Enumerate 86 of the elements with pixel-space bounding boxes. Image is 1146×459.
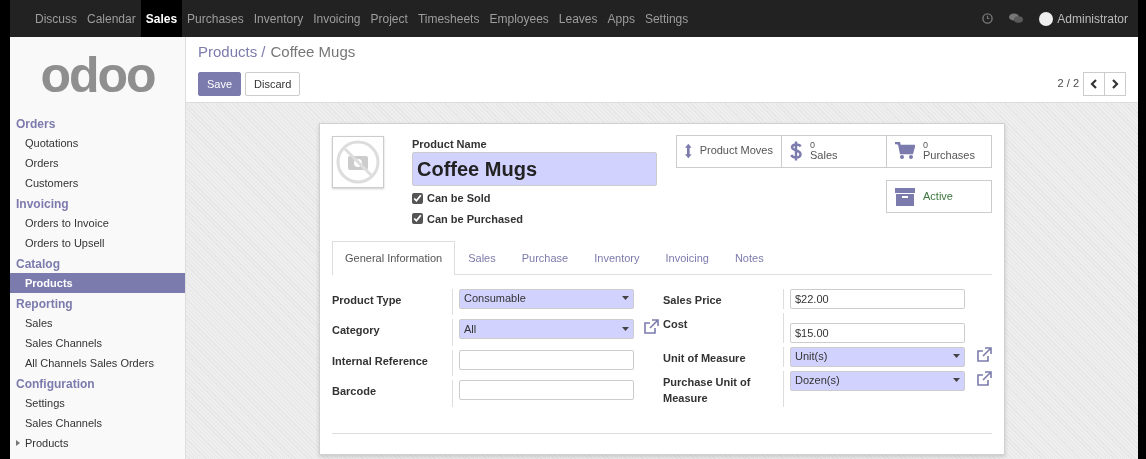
dropdown-field[interactable]: Dozen(s) bbox=[790, 370, 965, 391]
form-tab[interactable]: General Information bbox=[332, 241, 456, 275]
sidebar-item[interactable]: Quotations bbox=[10, 133, 185, 153]
app-menu-item[interactable]: Inventory bbox=[248, 0, 309, 37]
stat-button[interactable]: Active bbox=[886, 180, 992, 214]
sidebar-section-title: Reporting bbox=[15, 296, 74, 313]
product-name-field[interactable]: Coffee Mugs bbox=[412, 152, 657, 187]
dropdown-field[interactable]: All bbox=[459, 319, 634, 340]
app-menu-item[interactable]: Purchases bbox=[182, 0, 249, 37]
caret-icon bbox=[622, 326, 629, 332]
stat-button[interactable]: 0 Purchases bbox=[886, 134, 992, 168]
chat-icon[interactable] bbox=[1009, 13, 1024, 24]
external-link-icon[interactable] bbox=[643, 319, 659, 336]
sidebar-item[interactable]: Orders to Upsell bbox=[10, 233, 185, 253]
form-tab[interactable]: Sales bbox=[455, 241, 509, 275]
user-name[interactable]: Administrator bbox=[1057, 9, 1128, 28]
sidebar-section-title: Catalog bbox=[15, 256, 61, 273]
caret-icon bbox=[953, 378, 960, 384]
sidebar-item[interactable]: Sales bbox=[10, 313, 185, 333]
sidebar-item[interactable]: Orders bbox=[10, 153, 185, 173]
input-field[interactable] bbox=[459, 380, 634, 401]
field-label: Internal Reference bbox=[332, 349, 453, 377]
field-label: Barcode bbox=[332, 380, 453, 407]
checkbox-label[interactable]: Can be Sold bbox=[412, 190, 657, 207]
dollar-icon bbox=[790, 141, 802, 162]
chevron-right-icon bbox=[1111, 78, 1119, 89]
checkbox[interactable] bbox=[412, 192, 423, 204]
app-menu-item[interactable]: Invoicing bbox=[308, 0, 366, 37]
dropdown-field[interactable]: Consumable bbox=[459, 288, 634, 309]
input-field[interactable] bbox=[459, 349, 634, 370]
breadcrumb-current: Coffee Mugs bbox=[270, 43, 356, 60]
next-button[interactable] bbox=[1104, 71, 1126, 96]
form-tab[interactable]: Notes bbox=[721, 241, 777, 275]
field-label: Product Type bbox=[332, 288, 453, 316]
save-button[interactable]: Save bbox=[198, 71, 242, 96]
field-label: Sales Price bbox=[663, 288, 784, 309]
caret-icon bbox=[953, 354, 960, 360]
app-menu-item[interactable]: Timesheets bbox=[412, 0, 485, 37]
stat-button[interactable]: 0 Sales bbox=[781, 134, 887, 168]
breadcrumb-link[interactable]: Products / bbox=[198, 43, 266, 60]
app-menu-item[interactable]: Employees bbox=[484, 0, 554, 37]
sidebar-item[interactable]: All Channels Sales Orders bbox=[10, 353, 185, 373]
input-field[interactable]: $15.00 bbox=[790, 322, 965, 343]
pager-counter: 2 / 2 bbox=[1057, 76, 1079, 92]
form-tab[interactable]: Purchase bbox=[508, 241, 582, 275]
field-label: Category bbox=[332, 319, 453, 346]
dropdown-field[interactable]: Unit(s) bbox=[790, 346, 965, 367]
avatar-icon[interactable] bbox=[1039, 11, 1054, 26]
app-menu-item[interactable]: Leaves bbox=[553, 0, 603, 37]
sidebar-item[interactable]: Products bbox=[10, 273, 185, 293]
chevron-left-icon bbox=[1090, 78, 1098, 89]
previous-button[interactable] bbox=[1083, 71, 1105, 96]
checkbox-label[interactable]: Can be Purchased bbox=[412, 210, 657, 228]
sidebar-item[interactable]: Orders to Invoice bbox=[10, 213, 185, 233]
form-tab[interactable]: Inventory bbox=[581, 241, 653, 275]
sidebar-item[interactable]: Sales Channels bbox=[10, 333, 185, 353]
archive-box-icon bbox=[895, 187, 915, 206]
discard-button[interactable]: Discard bbox=[245, 71, 301, 96]
sidebar-section-title: Invoicing bbox=[15, 196, 70, 213]
app-menu-item[interactable]: Calendar bbox=[82, 0, 141, 37]
sidebar-section-title: Configuration bbox=[15, 376, 96, 393]
caret-icon bbox=[16, 440, 20, 446]
field-label: Unit of Measure bbox=[663, 346, 784, 367]
caret-icon bbox=[622, 296, 629, 302]
stat-button[interactable]: Product Moves bbox=[676, 134, 782, 168]
clock-icon[interactable] bbox=[982, 13, 994, 24]
sidebar-item[interactable]: Customers bbox=[10, 173, 185, 193]
sidebar-item[interactable]: Settings bbox=[10, 393, 185, 413]
field-label: Product Name bbox=[412, 136, 488, 152]
field-label: Cost bbox=[663, 312, 784, 343]
app-menu-item[interactable]: Settings bbox=[639, 0, 694, 37]
external-link-icon[interactable] bbox=[976, 346, 992, 363]
app-menu-item[interactable]: Discuss bbox=[30, 0, 82, 37]
checkbox[interactable] bbox=[412, 213, 423, 225]
field-label: Purchase Unit of Measure bbox=[663, 370, 784, 407]
external-link-icon[interactable] bbox=[976, 370, 992, 387]
input-field[interactable]: $22.00 bbox=[790, 288, 965, 309]
app-menu-item[interactable]: Apps bbox=[602, 0, 640, 37]
sidebar-section-title: Orders bbox=[15, 116, 57, 133]
sidebar-item[interactable]: Products bbox=[10, 433, 185, 453]
cart-icon bbox=[895, 142, 915, 161]
form-tab[interactable]: Invoicing bbox=[652, 241, 722, 275]
sidebar-item[interactable]: Sales Channels bbox=[10, 413, 185, 433]
logo: odoo bbox=[39, 46, 156, 105]
app-menu-item[interactable]: Project bbox=[365, 0, 413, 37]
app-menu-item[interactable]: Sales bbox=[140, 0, 183, 37]
